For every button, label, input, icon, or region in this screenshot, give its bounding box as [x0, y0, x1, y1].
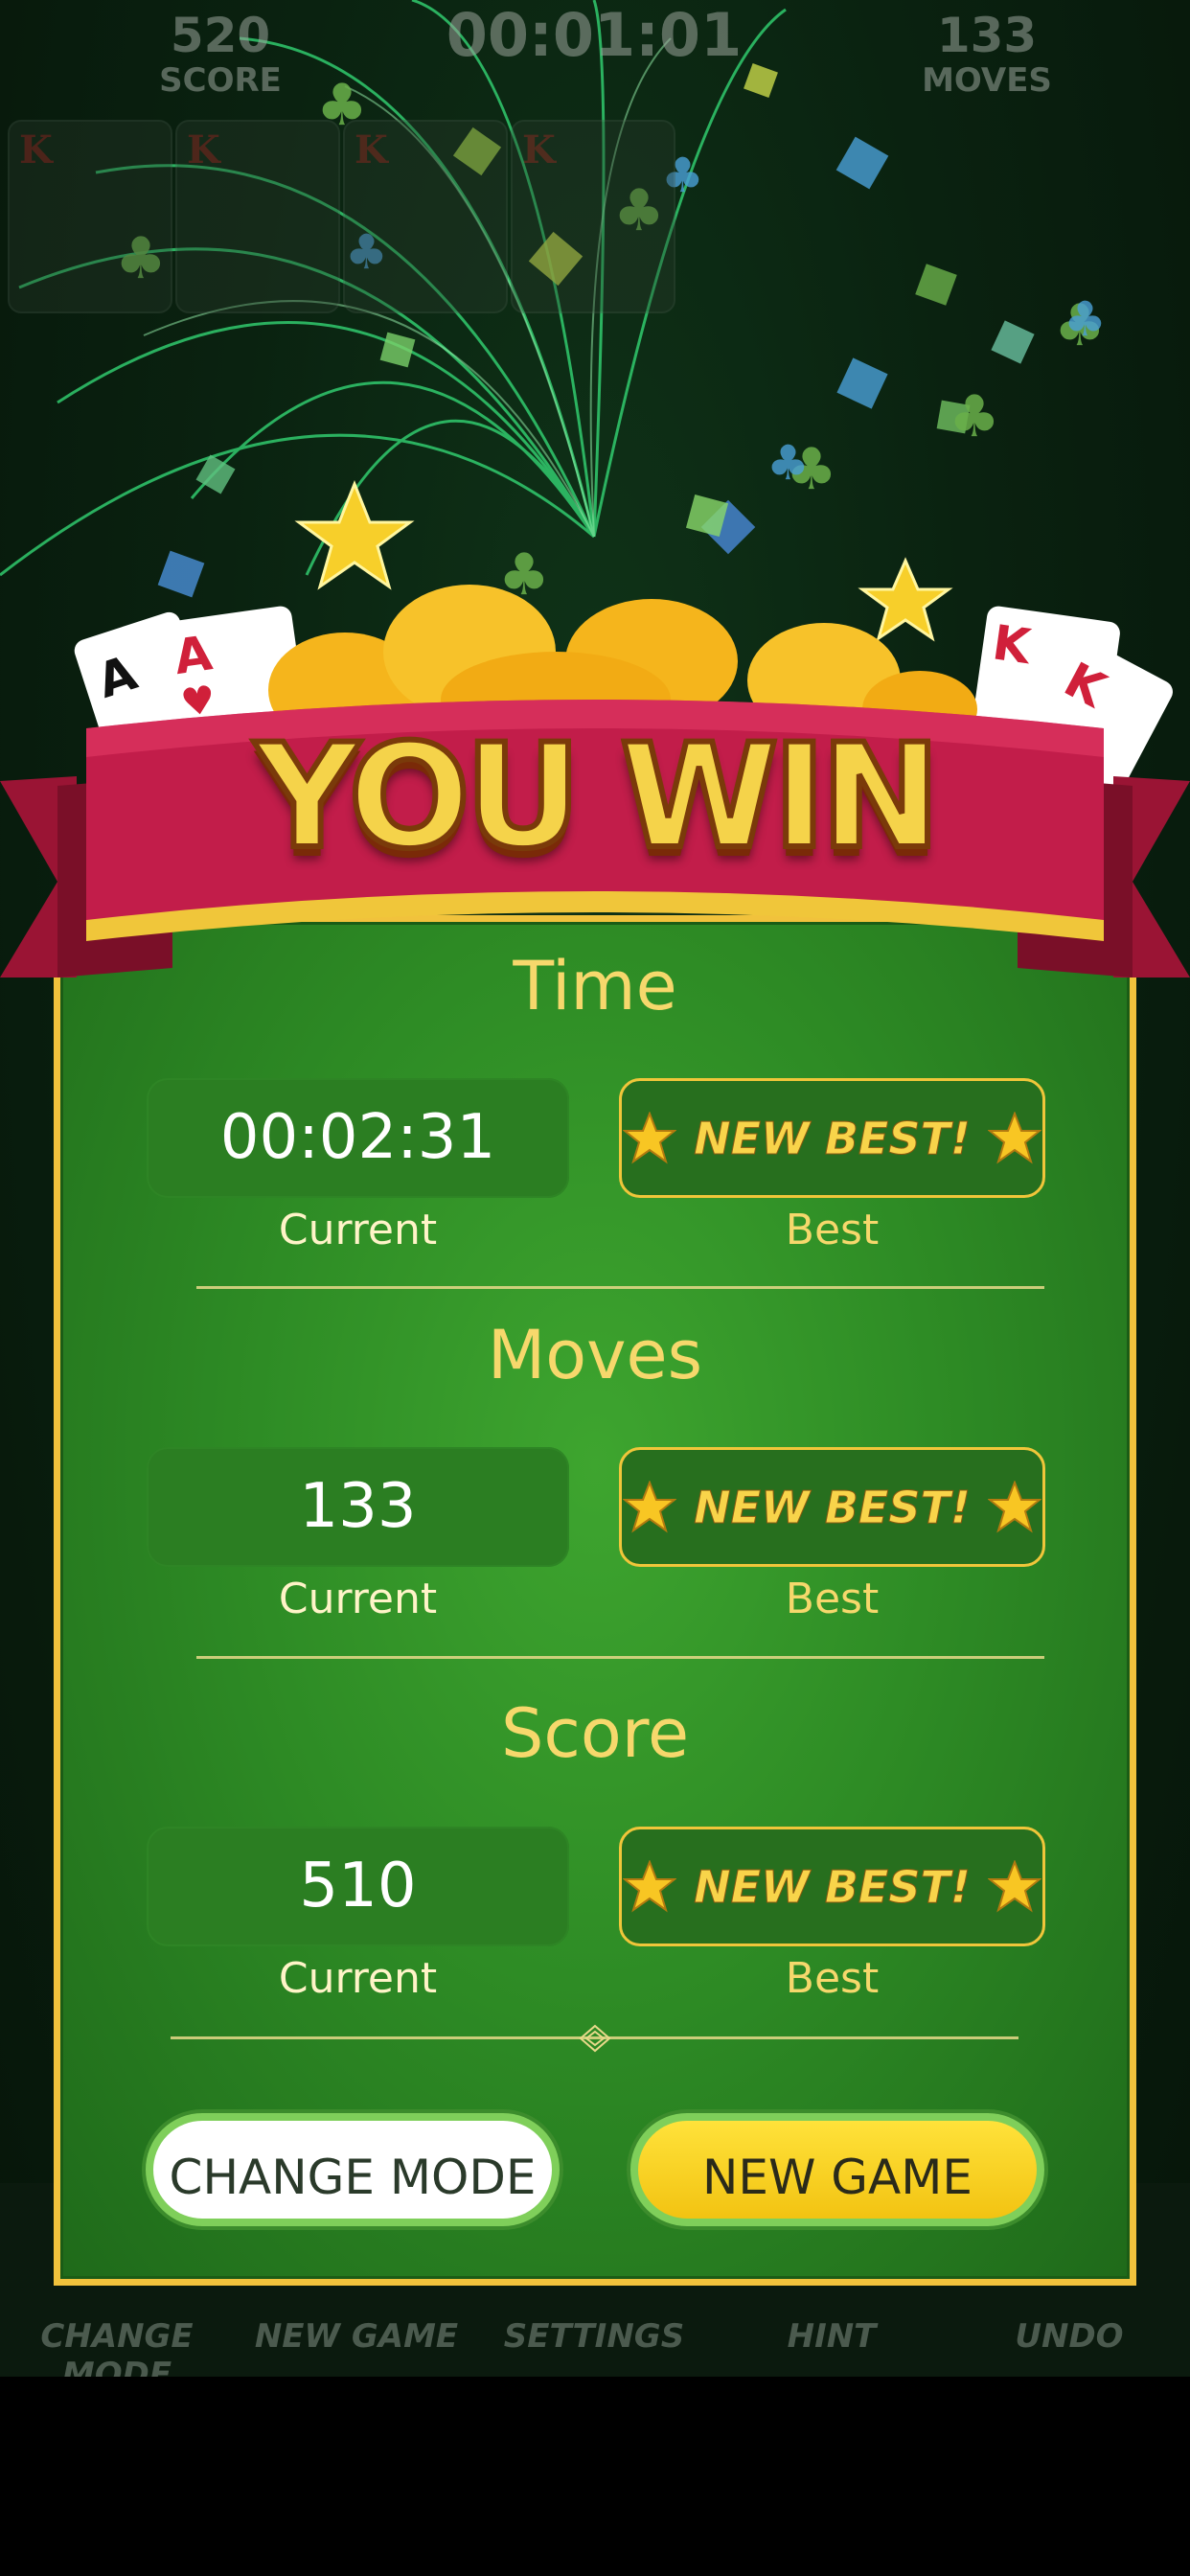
star-icon [623, 1859, 677, 1912]
foundation-card: K [511, 120, 675, 313]
card-rank: K [187, 127, 220, 172]
toolbar-settings[interactable]: SETTINGS [479, 2317, 709, 2356]
score-current-label: Current [278, 1954, 438, 2003]
time-value: 00:01:01 [446, 0, 743, 70]
moves-section-title: Moves [487, 1316, 703, 1394]
svg-text:♣: ♣ [949, 383, 1000, 450]
score-label: SCORE [159, 61, 282, 100]
star-icon [623, 1111, 677, 1163]
game-screen: ♣ ♣ ♣ ♣ ♣ ♣ ♣ ♣ ♣ ♣ ♣ A A ♥ K K 520 SCOR… [0, 0, 1190, 2576]
moves-current-value: 133 [147, 1447, 569, 1567]
toolbar-undo[interactable]: UNDO [954, 2317, 1184, 2356]
svg-text:♣: ♣ [767, 435, 810, 491]
time-current-value: 00:02:31 [147, 1078, 569, 1198]
new-game-button[interactable]: NEW GAME [630, 2113, 1044, 2226]
card-rank: K [19, 127, 53, 172]
moves-best-badge: NEW BEST! [619, 1447, 1045, 1567]
score-current-value: 510 [147, 1827, 569, 1946]
moves-current-label: Current [278, 1575, 438, 1623]
card-rank: K [355, 127, 388, 172]
you-win-title: YOU WIN [252, 711, 944, 884]
time-best-badge: NEW BEST! [619, 1078, 1045, 1198]
score-section-title: Score [500, 1694, 690, 1773]
divider [196, 1656, 1044, 1659]
new-best-label: NEW BEST! [694, 1112, 972, 1164]
time-current-label: Current [278, 1206, 438, 1254]
score-best-label: Best [785, 1954, 880, 2003]
star-icon [987, 1480, 1041, 1532]
bottom-bar [0, 2377, 1190, 2576]
score-value: 520 [170, 8, 271, 63]
score-best-badge: NEW BEST! [619, 1827, 1045, 1946]
score-stat: 520 SCORE [115, 8, 326, 98]
toolbar-hint[interactable]: HINT [717, 2317, 947, 2356]
svg-text:♣: ♣ [1064, 291, 1107, 347]
divider [196, 1286, 1044, 1289]
moves-best-label: Best [785, 1575, 880, 1623]
time-stat: 00:01:01 [422, 0, 767, 70]
time-section-title: Time [513, 947, 677, 1025]
diamond-ornament-icon [579, 2024, 611, 2053]
star-icon [987, 1111, 1041, 1163]
moves-stat: 133 MOVES [881, 8, 1092, 98]
star-icon [987, 1859, 1041, 1912]
star-icon [623, 1480, 677, 1532]
change-mode-button[interactable]: CHANGE MODE [146, 2113, 560, 2226]
new-best-label: NEW BEST! [694, 1481, 972, 1533]
foundation-card: K [343, 120, 508, 313]
moves-label: MOVES [922, 61, 1052, 100]
toolbar-new-game[interactable]: NEW GAME [241, 2317, 471, 2356]
card-rank: K [522, 127, 556, 172]
new-best-label: NEW BEST! [694, 1860, 972, 1913]
moves-value: 133 [936, 8, 1038, 63]
time-best-label: Best [785, 1206, 880, 1254]
foundation-card: K [8, 120, 172, 313]
foundation-card: K [175, 120, 340, 313]
